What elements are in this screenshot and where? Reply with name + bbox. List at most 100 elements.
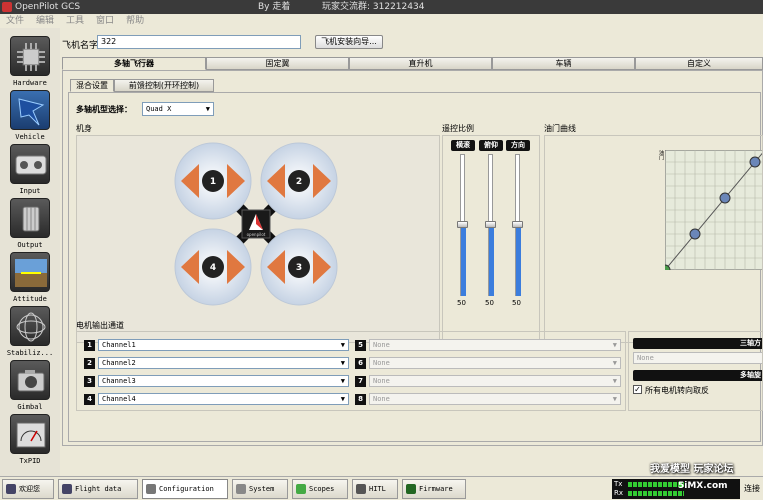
tricopter-header: 三轴方 (633, 338, 762, 349)
mode-label: System (249, 485, 275, 493)
multirotor-type-select[interactable]: Quad X ▼ (142, 102, 214, 116)
frame-label: 机身 (76, 124, 92, 133)
gyro-icon (10, 306, 50, 346)
menu-file[interactable]: 文件 (6, 16, 24, 26)
motor4-channel-select[interactable]: Channel4 ▼ (98, 393, 349, 405)
tab-helicopter[interactable]: 直升机 (349, 57, 492, 70)
configuration-content: 飞机名字 322 飞机安装向导... 多轴飞行器 固定翼 直升机 车辆 自定义 … (60, 28, 763, 476)
tab-custom[interactable]: 自定义 (635, 57, 763, 70)
multirotor-type-value: Quad X (146, 105, 172, 113)
pitch-label: 俯仰 (479, 140, 503, 151)
motor1-channel-value: Channel1 (102, 341, 136, 349)
motor8-channel-value: None (373, 395, 390, 403)
tricopter-servo-select[interactable]: None (633, 352, 762, 364)
sidebar-label: Attitude (13, 295, 47, 303)
channel-num-7: 7 (355, 376, 366, 387)
throttle-curve-label: 油门曲线 (544, 124, 576, 133)
camera-icon (10, 360, 50, 400)
mode-welcome[interactable]: 欢迎您 (2, 479, 54, 499)
menu-window[interactable]: 窗口 (96, 16, 114, 26)
tab-feedforward[interactable]: 前馈控制(开环控制) (114, 79, 214, 92)
chevron-down-icon: ▼ (340, 341, 345, 349)
mode-scopes[interactable]: Scopes (292, 479, 348, 499)
pitch-slider-thumb[interactable] (485, 221, 496, 228)
chip-icon (10, 36, 50, 76)
motor5-channel-select[interactable]: None ▼ (369, 339, 621, 351)
motor2-channel-value: Channel2 (102, 359, 136, 367)
rx-label: Rx (614, 489, 624, 497)
tab-multirotor[interactable]: 多轴飞行器 (62, 57, 206, 70)
mode-firmware[interactable]: Firmware (402, 479, 466, 499)
rx-meter (628, 491, 684, 496)
throttle-curve-chart[interactable] (665, 150, 763, 270)
menu-tools[interactable]: 工具 (66, 16, 84, 26)
motor1-channel-select[interactable]: Channel1 ▼ (98, 339, 349, 351)
frame-image-box: 1 2 3 4 openpilot (76, 135, 440, 343)
motor-icon (10, 198, 50, 238)
monitor-icon (62, 484, 72, 494)
menu-help[interactable]: 帮助 (126, 16, 144, 26)
connect-button[interactable]: 连接 (744, 483, 760, 494)
chevron-down-icon: ▼ (612, 359, 617, 367)
motor6-channel-select[interactable]: None ▼ (369, 357, 621, 369)
roll-value: 50 (457, 299, 466, 307)
chevron-down-icon: ▼ (205, 105, 210, 113)
sidebar-label: Hardware (13, 79, 47, 87)
mode-configuration[interactable]: Configuration (142, 479, 228, 499)
home-icon (6, 484, 16, 494)
qq-group-label: 玩家交流群: 312212434 (322, 2, 425, 12)
mode-label: HITL (369, 485, 386, 493)
motor-label-1: 1 (210, 177, 216, 187)
chevron-down-icon: ▼ (340, 377, 345, 385)
mode-label: Flight data (75, 485, 122, 493)
tab-mixer-settings[interactable]: 混合设置 (70, 79, 114, 92)
rc-ratio-box: 横滚 俯仰 方向 50 50 50 (442, 135, 540, 343)
motor2-channel-select[interactable]: Channel2 ▼ (98, 357, 349, 369)
airframe-name-label: 飞机名字 (62, 41, 99, 51)
channel-num-8: 8 (355, 394, 366, 405)
channel-num-4: 4 (84, 394, 95, 405)
yaw-slider-thumb[interactable] (512, 221, 523, 228)
author-label: By 走着 (258, 2, 291, 12)
mode-label: 欢迎您 (19, 485, 40, 493)
sidebar-label: Stabiliz... (6, 349, 54, 357)
pitch-slider-fill (489, 225, 494, 296)
curve-axis-label: 油门 (658, 150, 664, 160)
tab-fixed-wing[interactable]: 固定翼 (206, 57, 349, 70)
chevron-down-icon: ▼ (612, 377, 617, 385)
mode-system[interactable]: System (232, 479, 288, 499)
airplane-icon (10, 90, 50, 130)
multirotor-type-label: 多轴机型选择： (76, 105, 132, 114)
tx-label: Tx (614, 480, 623, 488)
tri-multirotor-options: 三轴方 None 多轴旋 ✓ 所有电机转向取反 (628, 331, 763, 411)
channel-num-1: 1 (84, 340, 95, 351)
mode-flight-data[interactable]: Flight data (58, 479, 138, 499)
yaw-slider-fill (516, 225, 521, 296)
airframe-name-input[interactable]: 322 (97, 35, 301, 49)
motor8-channel-select[interactable]: None ▼ (369, 393, 621, 405)
menu-edit[interactable]: 编辑 (36, 16, 54, 26)
watermark-site: 5iMX.com (678, 481, 728, 491)
motor5-channel-value: None (373, 341, 390, 349)
motor4-channel-value: Channel4 (102, 395, 136, 403)
throttle-curve-box: 油门 (544, 135, 763, 343)
reverse-motors-checkbox[interactable]: ✓ (633, 385, 642, 394)
app-icon (2, 2, 12, 12)
tx-meter (628, 482, 684, 487)
watermark-forum: 我爱模型 玩家论坛 (650, 464, 734, 475)
yaw-label: 方向 (506, 140, 530, 151)
roll-slider-thumb[interactable] (457, 221, 468, 228)
scope-icon (296, 484, 306, 494)
channel-num-2: 2 (84, 358, 95, 369)
controller-icon (356, 484, 366, 494)
motor3-channel-select[interactable]: Channel3 ▼ (98, 375, 349, 387)
mode-hitl[interactable]: HITL (352, 479, 398, 499)
tab-ground[interactable]: 车辆 (492, 57, 635, 70)
channel-num-5: 5 (355, 340, 366, 351)
motor7-channel-select[interactable]: None ▼ (369, 375, 621, 387)
mode-label: Scopes (309, 485, 335, 493)
gamepad-icon (10, 144, 50, 184)
vehicle-wizard-button[interactable]: 飞机安装向导... (315, 35, 383, 49)
sidebar-label: Input (19, 187, 41, 195)
yaw-value: 50 (512, 299, 521, 307)
